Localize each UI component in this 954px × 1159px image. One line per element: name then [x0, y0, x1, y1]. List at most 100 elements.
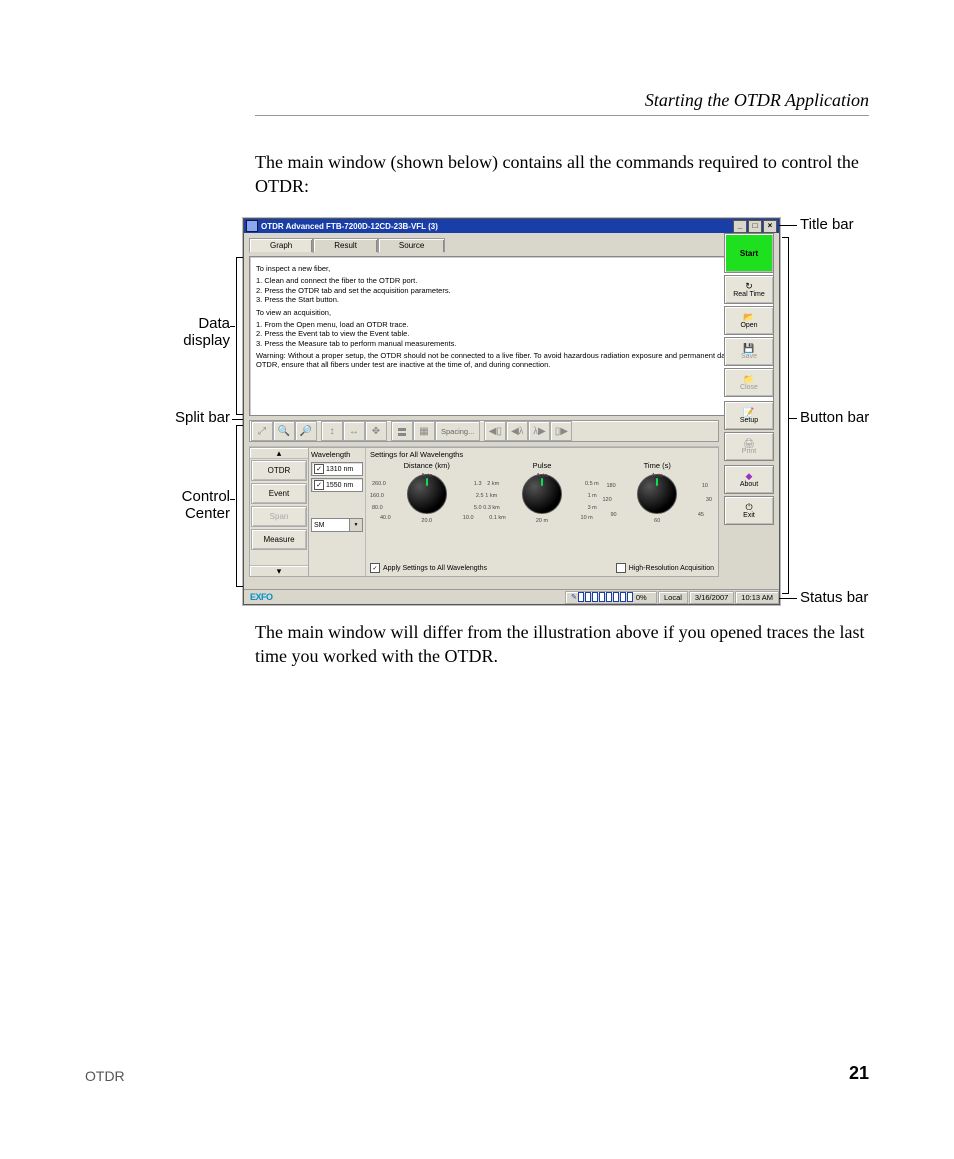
minimize-button[interactable]: _	[733, 220, 747, 233]
time-label: Time (s)	[600, 461, 714, 470]
main-content-row: To inspect a new fiber, 1. Clean and con…	[244, 256, 779, 416]
zoom-in-icon[interactable]: 🔍	[273, 421, 295, 441]
callout-data-display: Data display	[170, 316, 230, 349]
setup-button[interactable]: 📝 Setup	[724, 401, 774, 430]
scale-label: 1 km	[485, 493, 497, 499]
wavelength-column: Wavelength ✓ 1310 nm ✓ 1550 nm SM	[309, 448, 366, 576]
pulse-label: Pulse	[485, 461, 599, 470]
callout-status-bar: Status bar	[800, 590, 868, 607]
scale-label: 5.0	[474, 505, 482, 511]
high-res-label: High-Resolution Acquisition	[629, 565, 714, 572]
realtime-button[interactable]: ↻ Real Time	[724, 275, 774, 304]
footer-product: OTDR	[85, 1068, 125, 1084]
marker-b-icon[interactable]: ↔	[343, 421, 365, 441]
print-icon: 🖨	[743, 439, 754, 448]
scale-label: 1.3	[474, 481, 482, 487]
open-label: Open	[740, 322, 757, 329]
scale-label: 45	[698, 512, 704, 518]
cc-tab-span[interactable]: Span	[251, 506, 307, 527]
fiber-mode-value: SM	[314, 522, 325, 529]
pulse-knob[interactable]	[522, 474, 562, 514]
instructions-line: 3. Press the Measure tab to perform manu…	[256, 339, 767, 348]
tab-graph[interactable]: Graph	[249, 238, 313, 253]
instructions-line: 1. From the Open menu, load an OTDR trac…	[256, 320, 767, 329]
instructions-line: 2. Press the Event tab to view the Event…	[256, 329, 767, 338]
otdr-main-window: OTDR Advanced FTB-7200D-12CD-23B-VFL (3)…	[243, 218, 780, 605]
instructions-line: To view an acquisition,	[256, 308, 767, 317]
scale-label: 120	[602, 497, 611, 503]
apply-all-checkbox[interactable]: ✓ Apply Settings to All Wavelengths	[370, 563, 487, 573]
about-label: About	[740, 481, 758, 488]
save-button[interactable]: 💾 Save	[724, 337, 774, 366]
spacing-button[interactable]: Spacing...	[435, 421, 480, 441]
folder-icon: 📁	[743, 375, 754, 384]
realtime-label: Real Time	[733, 291, 765, 298]
wavelength-1310-label: 1310 nm	[326, 466, 353, 473]
pulse-knob-group: Pulse Auto 2 km 0.5 m 1 km 1 m 0.3 km 3	[485, 461, 599, 514]
scale-label: 260.0	[372, 481, 386, 487]
header-rule	[255, 115, 869, 116]
cc-tab-measure[interactable]: Measure	[251, 529, 307, 550]
zoom-out-icon[interactable]: 🔎	[295, 421, 317, 441]
callout-split-bar: Split bar	[160, 410, 230, 427]
outro-paragraph: The main window will differ from the ill…	[255, 620, 869, 669]
next-trace-icon[interactable]: ▯▶	[550, 421, 572, 441]
scale-label: 40.0	[380, 515, 391, 521]
fiber-mode-select[interactable]: SM	[311, 518, 363, 532]
scale-label: 10 m	[581, 515, 593, 521]
progress-percent: 0%	[636, 593, 647, 602]
scale-label: 90	[610, 512, 616, 518]
tab-result[interactable]: Result	[313, 238, 378, 253]
instructions-line: 1. Clean and connect the fiber to the OT…	[256, 276, 767, 285]
grid-icon[interactable]: ▦	[413, 421, 435, 441]
prev-trace-icon[interactable]: ◀▯	[484, 421, 506, 441]
power-icon: ⏻	[745, 503, 752, 512]
ruler-icon[interactable]: 〓	[391, 421, 413, 441]
time-knob[interactable]	[637, 474, 677, 514]
cc-tab-event[interactable]: Event	[251, 483, 307, 504]
settings-column: Settings for All Wavelengths Distance (k…	[366, 448, 718, 576]
time-knob-group: Time (s) Auto 180 10 120 30 90 45	[600, 461, 714, 514]
cc-scroll-down-icon[interactable]: ▾	[250, 565, 308, 576]
distance-knob[interactable]	[407, 474, 447, 514]
high-res-checkbox[interactable]: High-Resolution Acquisition	[616, 563, 714, 573]
close-button[interactable]: 📁 Close	[724, 368, 774, 397]
section-title: Starting the OTDR Application	[645, 90, 869, 111]
progress-bar: ✎ 0%	[565, 591, 657, 604]
scale-label: 10	[702, 483, 708, 489]
folder-open-icon: 📂	[743, 313, 754, 322]
start-button[interactable]: Start	[724, 233, 774, 273]
graph-toolbar: ⤢ 🔍 🔎 ↕ ↔ ✥ 〓 ▦ Spacing... ◀▯ ◀λ λ▶ ▯▶	[249, 420, 719, 442]
status-date: 3/16/2007	[689, 591, 734, 604]
next-lambda-icon[interactable]: λ▶	[528, 421, 550, 441]
cc-scroll-up-icon[interactable]: ▴	[250, 448, 308, 459]
open-button[interactable]: 📂 Open	[724, 306, 774, 335]
tab-source[interactable]: Source	[378, 238, 445, 253]
cc-tab-otdr[interactable]: OTDR	[251, 460, 307, 481]
distance-knob-group: Distance (km) Auto 260.0 1.3 160.0 2.5 8…	[370, 461, 484, 514]
instructions-line: 2. Press the OTDR tab and set the acquis…	[256, 286, 767, 295]
scale-label: 20 m	[536, 518, 548, 524]
control-center: ▴ OTDR Event Span Measure ▾ Wavelength ✓…	[249, 446, 719, 577]
setup-icon: 📝	[743, 408, 754, 417]
exfo-logo: EXFO	[244, 592, 288, 602]
wavelength-1550-option[interactable]: ✓ 1550 nm	[311, 478, 363, 492]
print-label: Print	[742, 448, 756, 455]
wavelength-1550-label: 1550 nm	[326, 482, 353, 489]
maximize-button[interactable]: □	[748, 220, 762, 233]
control-center-left-tabs: ▴ OTDR Event Span Measure ▾	[249, 447, 309, 577]
marker-full-icon[interactable]: ✥	[365, 421, 387, 441]
marker-a-icon[interactable]: ↕	[321, 421, 343, 441]
print-button[interactable]: 🖨 Print	[724, 432, 774, 461]
scale-label: 3 m	[588, 505, 597, 511]
about-button[interactable]: ◆ About	[724, 465, 774, 494]
zoom-reset-icon[interactable]: ⤢	[251, 421, 273, 441]
scale-label: 80.0	[372, 505, 383, 511]
check-icon: ✓	[370, 563, 380, 573]
apply-all-label: Apply Settings to All Wavelengths	[383, 565, 487, 572]
prev-lambda-icon[interactable]: ◀λ	[506, 421, 528, 441]
close-label: Close	[740, 384, 758, 391]
close-window-button[interactable]: ×	[763, 220, 777, 233]
wavelength-1310-option[interactable]: ✓ 1310 nm	[311, 462, 363, 476]
exit-button[interactable]: ⏻ Exit	[724, 496, 774, 525]
